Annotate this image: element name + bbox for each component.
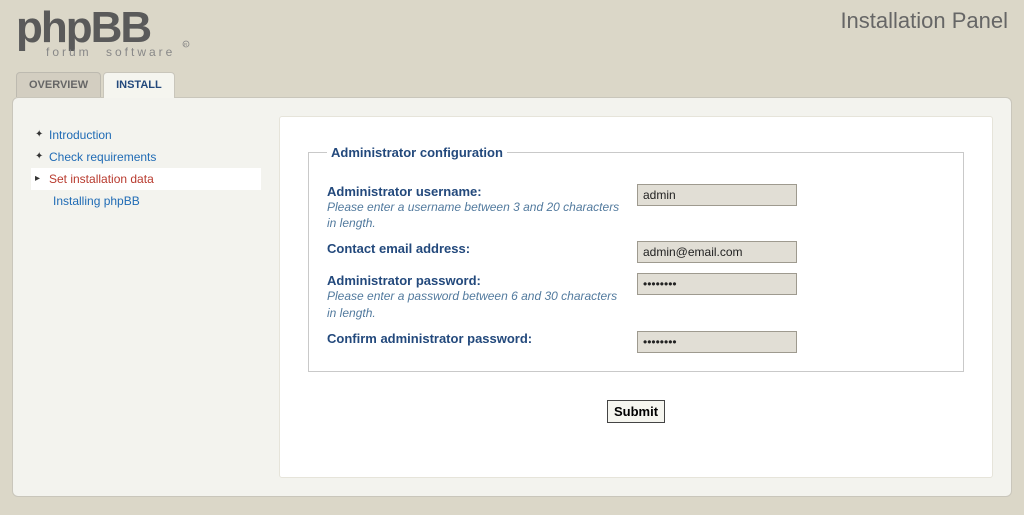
sidebar-item-introduction[interactable]: ✦ Introduction — [31, 124, 261, 146]
username-label: Administrator username: — [327, 184, 621, 199]
username-hint: Please enter a username between 3 and 20… — [327, 199, 621, 231]
sidebar-item-label: Introduction — [49, 128, 112, 142]
email-label: Contact email address: — [327, 241, 621, 256]
sidebar-item-installing-phpbb[interactable]: Installing phpBB — [31, 190, 261, 212]
confirm-label: Confirm administrator password: — [327, 331, 621, 346]
sidebar-item-label: Set installation data — [49, 172, 154, 186]
sidebar-item-label: Installing phpBB — [53, 194, 140, 208]
check-icon: ✦ — [35, 129, 43, 140]
sidebar-item-set-installation-data[interactable]: ▸ Set installation data — [31, 168, 261, 190]
sidebar: ✦ Introduction ✦ Check requirements ▸ Se… — [31, 116, 261, 478]
sidebar-item-label: Check requirements — [49, 150, 156, 164]
field-row-confirm: Confirm administrator password: — [327, 331, 945, 353]
admin-config-fieldset: Administrator configuration Administrato… — [308, 145, 964, 372]
field-row-username: Administrator username: Please enter a u… — [327, 184, 945, 231]
svg-text:forum: forum — [46, 45, 92, 59]
logo: phpBB R forum software — [16, 0, 196, 66]
confirm-input[interactable] — [637, 331, 797, 353]
email-input[interactable] — [637, 241, 797, 263]
tab-overview[interactable]: OVERVIEW — [16, 72, 101, 97]
field-row-email: Contact email address: — [327, 241, 945, 263]
field-row-password: Administrator password: Please enter a p… — [327, 273, 945, 320]
password-label: Administrator password: — [327, 273, 621, 288]
password-input[interactable] — [637, 273, 797, 295]
tab-install[interactable]: INSTALL — [103, 72, 175, 98]
sidebar-item-check-requirements[interactable]: ✦ Check requirements — [31, 146, 261, 168]
arrow-icon: ▸ — [35, 173, 40, 184]
svg-text:software: software — [106, 45, 175, 59]
username-input[interactable] — [637, 184, 797, 206]
fieldset-legend: Administrator configuration — [327, 145, 507, 160]
main-content: Administrator configuration Administrato… — [279, 116, 993, 478]
panel-title: Installation Panel — [840, 0, 1008, 34]
submit-button[interactable] — [607, 400, 665, 423]
password-hint: Please enter a password between 6 and 30… — [327, 288, 621, 320]
tabs: OVERVIEW INSTALL — [12, 72, 1012, 97]
check-icon: ✦ — [35, 151, 43, 162]
